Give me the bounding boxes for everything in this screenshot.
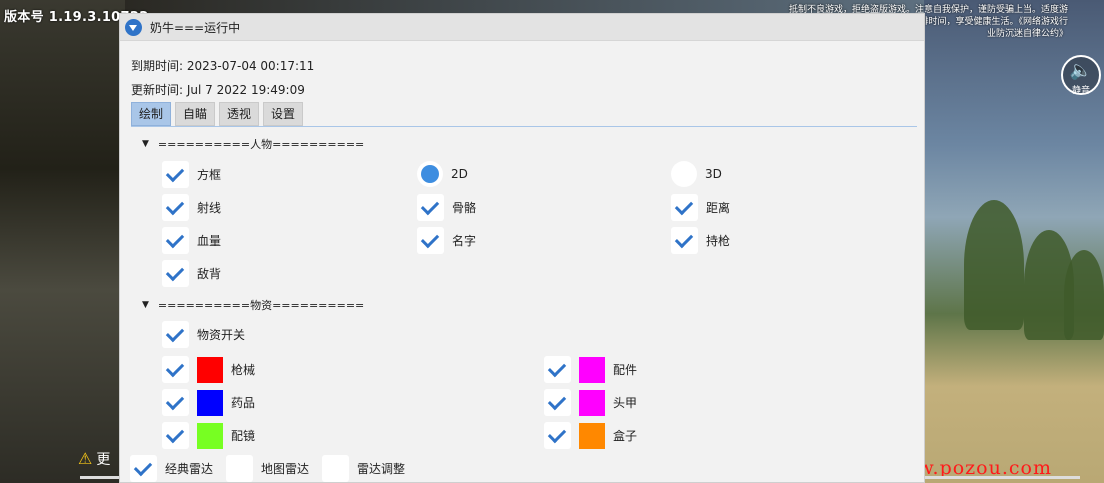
expire-time: 到期时间: 2023-07-04 00:17:11 <box>131 59 315 73</box>
menu-titlebar[interactable]: 奶牛===运行中 <box>120 14 924 41</box>
option-map-radar-label: 地图雷达 <box>261 462 310 476</box>
option-2d[interactable]: 2D <box>417 161 468 187</box>
tab-esp[interactable]: 透视 <box>219 102 260 126</box>
option-ray-label: 射线 <box>197 201 222 215</box>
color-swatch-helmet[interactable] <box>579 389 605 416</box>
checkbox-medicine[interactable] <box>162 389 189 416</box>
option-guns-label: 枪械 <box>231 363 256 377</box>
mute-label: 静音 <box>1071 86 1090 96</box>
option-radar-adjust[interactable]: 雷达调整 <box>322 455 405 482</box>
option-box[interactable]: 方框 <box>162 161 221 188</box>
checkbox-items-master[interactable] <box>162 321 189 348</box>
menu-panel: 奶牛===运行中 到期时间: 2023-07-04 00:17:11 更新时间:… <box>119 13 925 483</box>
option-medicine[interactable]: 药品 <box>162 389 255 416</box>
speaker-icon: 🔈 <box>1069 60 1093 81</box>
mute-button[interactable]: 🔈 静音 <box>1061 55 1101 96</box>
checkbox-map-radar[interactable] <box>226 455 253 482</box>
warning-banner: ⚠ 更 <box>78 449 110 469</box>
color-swatch-scope[interactable] <box>197 422 223 449</box>
tab-aim[interactable]: 自瞄 <box>175 102 216 126</box>
option-map-radar[interactable]: 地图雷达 <box>226 455 309 482</box>
option-attachments[interactable]: 配件 <box>544 356 637 383</box>
option-3d[interactable]: 3D <box>671 161 722 187</box>
option-name[interactable]: 名字 <box>417 227 476 254</box>
option-scope-label: 配镜 <box>231 429 256 443</box>
menu-tabs: 绘制 自瞄 透视 设置 <box>131 102 307 126</box>
radio-3d[interactable] <box>671 161 697 187</box>
checkbox-classic-radar[interactable] <box>130 455 157 482</box>
checkbox-name[interactable] <box>417 227 444 254</box>
warning-icon: ⚠ <box>78 449 93 468</box>
option-2d-label: 2D <box>451 167 468 181</box>
color-swatch-guns[interactable] <box>197 356 223 383</box>
tab-draw[interactable]: 绘制 <box>131 102 172 126</box>
tab-settings[interactable]: 设置 <box>263 102 304 126</box>
color-swatch-attachments[interactable] <box>579 356 605 383</box>
warning-text: 更 <box>96 452 111 468</box>
checkbox-distance[interactable] <box>671 194 698 221</box>
collapse-icon[interactable] <box>125 18 142 36</box>
option-enemy-back-label: 敌背 <box>197 267 222 281</box>
checkbox-health[interactable] <box>162 227 189 254</box>
section-player-header[interactable]: ▼ ==========人物========== <box>142 136 364 152</box>
option-classic-radar-label: 经典雷达 <box>165 462 214 476</box>
option-deathbox-label: 盒子 <box>613 429 638 443</box>
section-player-label: ==========人物========== <box>157 138 365 151</box>
option-ray[interactable]: 射线 <box>162 194 221 221</box>
option-items-master[interactable]: 物资开关 <box>162 321 245 348</box>
checkbox-radar-adjust[interactable] <box>322 455 349 482</box>
option-classic-radar[interactable]: 经典雷达 <box>130 455 213 482</box>
option-items-master-label: 物资开关 <box>197 328 246 342</box>
option-medicine-label: 药品 <box>231 396 256 410</box>
option-box-label: 方框 <box>197 168 222 182</box>
option-weapon[interactable]: 持枪 <box>671 227 730 254</box>
color-swatch-medicine[interactable] <box>197 389 223 416</box>
collapse-arrow-icon: ▼ <box>142 139 149 149</box>
option-name-label: 名字 <box>452 234 477 248</box>
option-scope[interactable]: 配镜 <box>162 422 255 449</box>
checkbox-weapon[interactable] <box>671 227 698 254</box>
checkbox-guns[interactable] <box>162 356 189 383</box>
option-distance-label: 距离 <box>706 201 731 215</box>
option-3d-label: 3D <box>705 167 722 181</box>
tab-divider <box>131 126 917 127</box>
option-weapon-label: 持枪 <box>706 234 731 248</box>
menu-title: 奶牛===运行中 <box>150 20 241 35</box>
option-health[interactable]: 血量 <box>162 227 221 254</box>
color-swatch-deathbox[interactable] <box>579 422 605 449</box>
option-attachments-label: 配件 <box>613 363 638 377</box>
checkbox-attachments[interactable] <box>544 356 571 383</box>
checkbox-ray[interactable] <box>162 194 189 221</box>
option-skeleton-label: 骨骼 <box>452 201 477 215</box>
game-background-left <box>0 0 125 483</box>
option-health-label: 血量 <box>197 234 222 248</box>
checkbox-deathbox[interactable] <box>544 422 571 449</box>
option-helmet[interactable]: 头甲 <box>544 389 637 416</box>
option-helmet-label: 头甲 <box>613 396 638 410</box>
checkbox-box[interactable] <box>162 161 189 188</box>
option-deathbox[interactable]: 盒子 <box>544 422 637 449</box>
radio-2d[interactable] <box>417 161 443 187</box>
checkbox-scope[interactable] <box>162 422 189 449</box>
option-radar-adjust-label: 雷达调整 <box>357 462 406 476</box>
collapse-arrow-icon: ▼ <box>142 300 149 310</box>
option-guns[interactable]: 枪械 <box>162 356 255 383</box>
update-time: 更新时间: Jul 7 2022 19:49:09 <box>131 83 305 97</box>
option-distance[interactable]: 距离 <box>671 194 730 221</box>
checkbox-skeleton[interactable] <box>417 194 444 221</box>
checkbox-helmet[interactable] <box>544 389 571 416</box>
section-items-label: ==========物资========== <box>157 299 365 312</box>
section-items-header[interactable]: ▼ ==========物资========== <box>142 297 364 313</box>
option-skeleton[interactable]: 骨骼 <box>417 194 476 221</box>
checkbox-enemy-back[interactable] <box>162 260 189 287</box>
option-enemy-back[interactable]: 敌背 <box>162 260 221 287</box>
